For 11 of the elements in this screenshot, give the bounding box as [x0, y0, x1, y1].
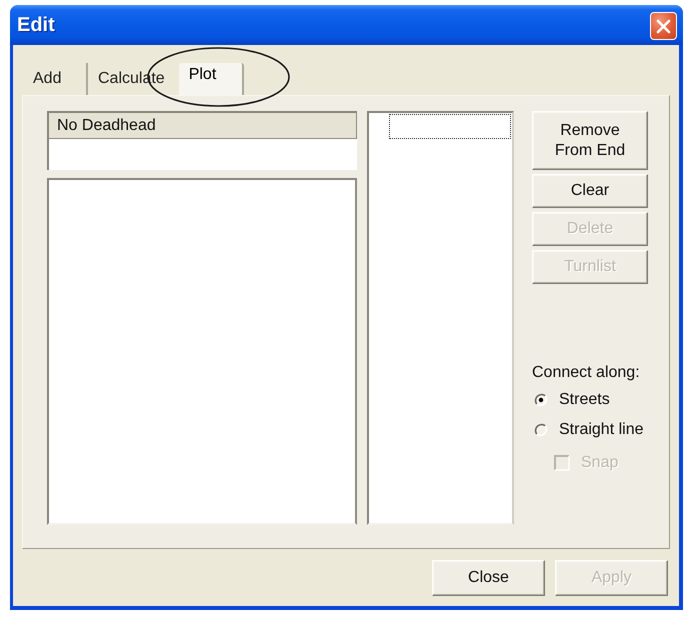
window-title: Edit — [17, 14, 55, 36]
list-action-button[interactable]: Clear — [532, 174, 648, 208]
close-icon — [656, 18, 671, 34]
tab[interactable]: Plot — [178, 63, 244, 95]
radio-button[interactable]: Straight line — [532, 415, 644, 445]
close-button[interactable] — [650, 12, 677, 40]
group-label: Connect along: — [532, 363, 640, 383]
column-header: No Deadhead — [49, 113, 357, 139]
dialog-button[interactable]: Close — [432, 560, 545, 596]
radio-button[interactable]: Streets — [532, 385, 610, 415]
list-action-button[interactable]: Remove From End — [532, 111, 648, 170]
